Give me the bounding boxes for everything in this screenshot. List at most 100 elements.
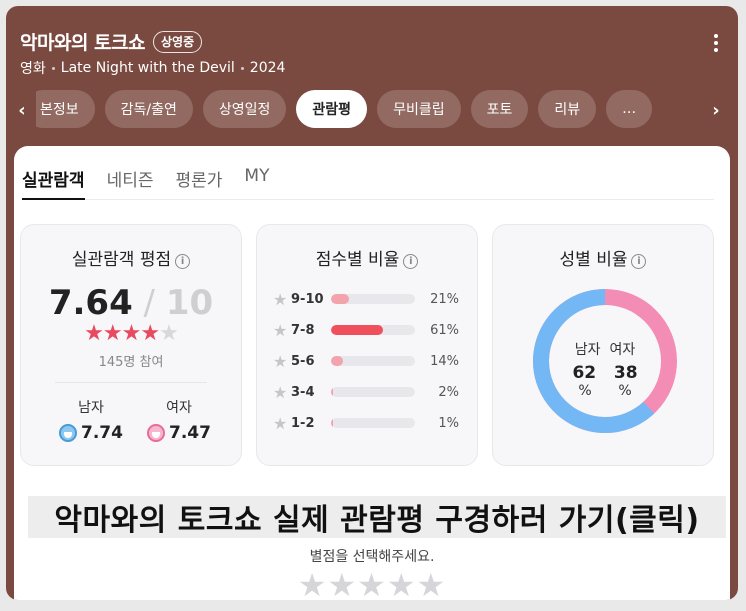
movie-category: 영화 bbox=[20, 61, 46, 77]
tab-7[interactable]: … bbox=[606, 90, 653, 128]
movie-year: 2024 bbox=[249, 60, 286, 76]
star-icon: ★ bbox=[140, 321, 160, 346]
star-icon: ★ bbox=[121, 321, 142, 346]
distribution-percent: 1% bbox=[438, 415, 459, 431]
distribution-bar bbox=[331, 418, 415, 428]
gender-panel: 성별 비율 i 남자 여자 62 38 % % bbox=[492, 224, 714, 466]
status-badge: 상영중 bbox=[152, 30, 203, 53]
female-face-icon bbox=[147, 424, 166, 442]
donut-male-label: 남자 bbox=[574, 342, 601, 358]
distribution-panel: 점수별 비율 i ★ 9-10 21% ★ 7-8 61% ★ 5-6 14% ★ 3-4 2% ★ 1-2… bbox=[256, 224, 478, 466]
star-icon: ★ bbox=[273, 413, 288, 433]
female-percent-unit: % bbox=[618, 383, 632, 399]
distribution-label: 7-8 bbox=[291, 322, 315, 338]
movie-meta: 영화 Late Night with the Devil 2024 bbox=[20, 58, 285, 78]
distribution-row: ★ 7-8 61% bbox=[273, 320, 459, 340]
female-percent: 38 bbox=[613, 363, 638, 383]
distribution-panel-title: 점수별 비율 bbox=[315, 250, 400, 270]
movie-card: 악마와의 토크쇼 상영중 영화 Late Night with the Devi… bbox=[6, 6, 738, 600]
rate-star-icon[interactable]: ★ bbox=[298, 566, 328, 600]
tab-0[interactable]: 본정보 bbox=[36, 90, 95, 128]
divider bbox=[55, 382, 207, 383]
more-options-icon[interactable] bbox=[714, 34, 718, 52]
movie-header: 악마와의 토크쇼 상영중 영화 Late Night with the Devi… bbox=[6, 6, 738, 156]
female-score-block: 여자 7.47 bbox=[139, 397, 219, 443]
rating-panel-title: 실관람객 평점 bbox=[71, 250, 172, 270]
rate-star-icon[interactable]: ★ bbox=[357, 566, 387, 600]
distribution-bar bbox=[331, 294, 415, 304]
subtab-3[interactable]: MY bbox=[244, 160, 269, 200]
distribution-row: ★ 9-10 21% bbox=[273, 289, 459, 309]
distribution-row: ★ 3-4 2% bbox=[273, 382, 459, 402]
rate-star-icon[interactable]: ★ bbox=[387, 566, 417, 600]
male-face-icon bbox=[59, 424, 78, 442]
average-score: 7.64 / 10 bbox=[48, 283, 214, 323]
star-icon: ★ bbox=[84, 321, 104, 346]
distribution-percent: 21% bbox=[430, 291, 459, 307]
rate-star-icon[interactable]: ★ bbox=[417, 566, 447, 600]
distribution-bar-fill bbox=[331, 356, 343, 366]
female-score: 7.47 bbox=[169, 423, 211, 443]
subtab-0[interactable]: 실관람객 bbox=[22, 160, 85, 200]
tab-4[interactable]: 무비클립 bbox=[377, 90, 461, 128]
donut-female-label: 여자 bbox=[609, 342, 636, 358]
info-icon[interactable]: i bbox=[175, 254, 191, 269]
score-value: 7.64 bbox=[48, 283, 133, 323]
subtab-2[interactable]: 평론가 bbox=[175, 160, 222, 200]
distribution-bar-fill bbox=[331, 294, 349, 304]
star-icon: ★ bbox=[273, 289, 288, 309]
distribution-bar bbox=[331, 356, 415, 366]
distribution-percent: 2% bbox=[438, 384, 459, 400]
distribution-label: 5-6 bbox=[291, 353, 315, 369]
movie-original-title: Late Night with the Devil bbox=[60, 60, 235, 76]
review-link-banner[interactable]: 악마와의 토크쇼 실제 관람평 구경하러 가기(클릭) bbox=[28, 496, 726, 538]
male-label: 남자 bbox=[78, 400, 104, 416]
rate-prompt: 별점을 선택해주세요. bbox=[309, 549, 435, 565]
chevron-right-icon[interactable]: › bbox=[708, 100, 724, 121]
info-icon[interactable]: i bbox=[403, 254, 419, 269]
distribution-bar-fill bbox=[331, 418, 333, 428]
male-percent: 62 bbox=[572, 363, 597, 383]
rate-star-icon[interactable]: ★ bbox=[327, 566, 357, 600]
tab-1[interactable]: 감독/출연 bbox=[104, 90, 193, 128]
distribution-percent: 61% bbox=[430, 322, 459, 338]
chevron-left-icon[interactable]: ‹ bbox=[14, 100, 30, 121]
rating-stars: ★★★★★ bbox=[21, 321, 241, 346]
distribution-row: ★ 5-6 14% bbox=[273, 351, 459, 371]
female-label: 여자 bbox=[166, 400, 192, 416]
separator-dot bbox=[240, 66, 244, 70]
separator-dot bbox=[51, 66, 55, 70]
male-percent-unit: % bbox=[578, 383, 592, 399]
distribution-label: 9-10 bbox=[291, 291, 324, 307]
distribution-row: ★ 1-2 1% bbox=[273, 413, 459, 433]
distribution-label: 3-4 bbox=[291, 384, 315, 400]
movie-title[interactable]: 악마와의 토크쇼 bbox=[20, 28, 145, 55]
distribution-percent: 14% bbox=[430, 353, 459, 369]
title-row: 악마와의 토크쇼 상영중 bbox=[20, 28, 203, 55]
tab-2[interactable]: 상영일정 bbox=[202, 90, 287, 128]
gender-panel-title: 성별 비율 bbox=[559, 250, 628, 270]
star-icon: ★ bbox=[102, 321, 123, 346]
info-icon[interactable]: i bbox=[631, 254, 647, 269]
subtab-1[interactable]: 네티즌 bbox=[107, 160, 154, 200]
distribution-bar bbox=[331, 387, 415, 397]
male-score-block: 남자 7.74 bbox=[51, 397, 131, 443]
male-score: 7.74 bbox=[81, 423, 123, 443]
tab-3[interactable]: 관람평 bbox=[296, 90, 368, 128]
rate-star-picker[interactable]: ★★★★★ bbox=[14, 566, 730, 600]
tab-6[interactable]: 리뷰 bbox=[538, 90, 597, 128]
section-tabs: ‹ 본정보 감독/출연 상영일정 관람평 무비클립 포토 리뷰… › bbox=[6, 90, 738, 130]
star-icon: ★ bbox=[159, 321, 179, 346]
review-content: 실관람객 네티즌 평론가 MY 실관람객 평점 i 7.64 / 10 ★★★★★ 14… bbox=[14, 146, 730, 600]
participant-count: 145명 참여 bbox=[98, 355, 164, 370]
review-subtabs: 실관람객 네티즌 평론가 MY bbox=[22, 160, 714, 200]
score-max: 10 bbox=[165, 283, 214, 323]
distribution-bar bbox=[331, 325, 415, 335]
distribution-bar-fill bbox=[331, 387, 333, 397]
tab-5[interactable]: 포토 bbox=[470, 90, 529, 128]
star-icon: ★ bbox=[273, 320, 288, 340]
distribution-bar-fill bbox=[331, 325, 384, 335]
distribution-label: 1-2 bbox=[291, 415, 315, 431]
rating-panel: 실관람객 평점 i 7.64 / 10 ★★★★★ 145명 참여 남자 7.74… bbox=[20, 224, 242, 466]
star-icon: ★ bbox=[273, 382, 288, 402]
